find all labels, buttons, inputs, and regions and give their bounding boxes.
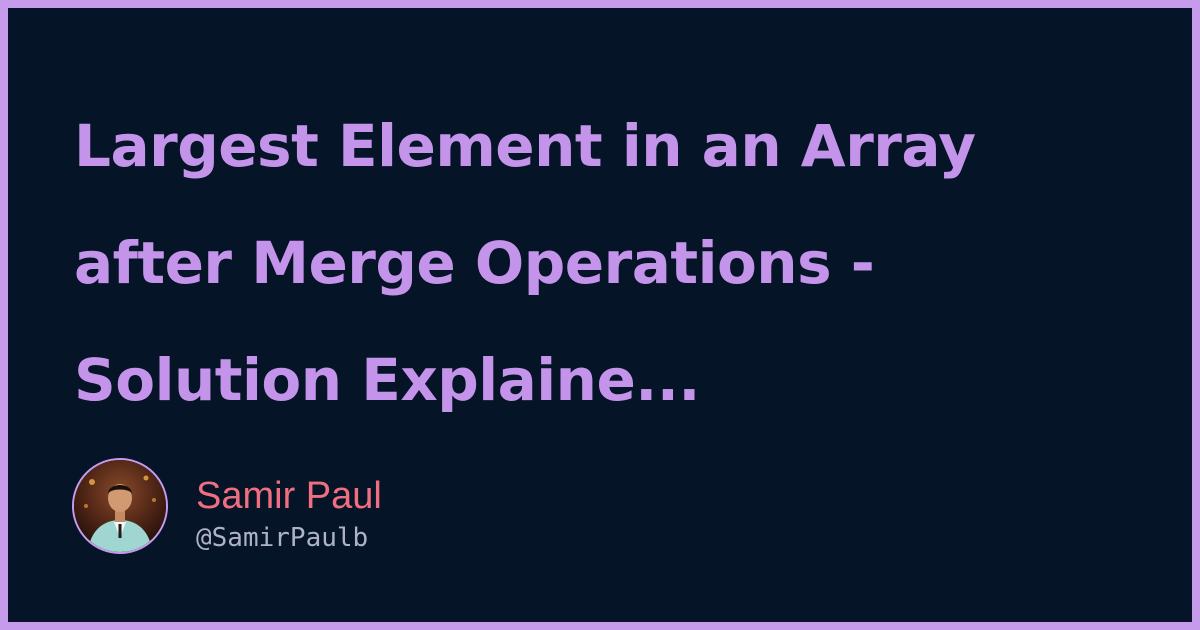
page-title: Largest Element in an Array after Merge …: [74, 112, 976, 414]
avatar-photo-icon: [74, 460, 166, 552]
author-handle: @SamirPaulb: [196, 523, 369, 553]
author-avatar: [72, 458, 168, 554]
og-card: Largest Element in an Array after Merge …: [8, 8, 1192, 622]
author-name: Samir Paul: [196, 475, 382, 517]
